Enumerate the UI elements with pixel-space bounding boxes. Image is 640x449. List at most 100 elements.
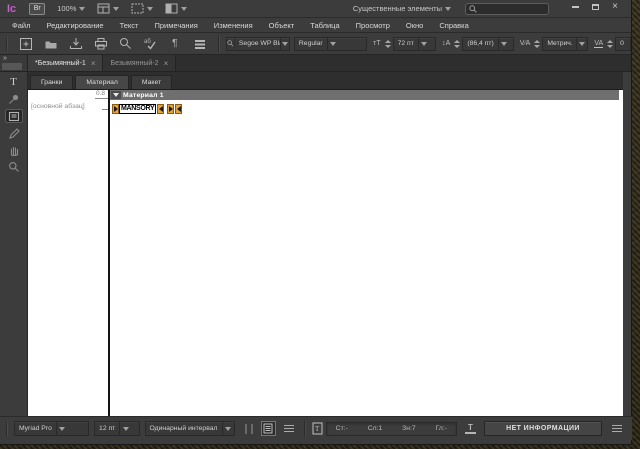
search-input[interactable] <box>479 5 543 12</box>
search-icon <box>119 38 131 49</box>
pencil-tool[interactable] <box>5 126 23 140</box>
close-icon[interactable]: × <box>164 59 169 68</box>
kerning-stepper[interactable] <box>534 39 541 48</box>
note-open-marker[interactable] <box>112 103 119 114</box>
story-text-line[interactable]: MANSORY <box>112 103 623 114</box>
note-anchor-tool[interactable] <box>5 92 23 106</box>
leading-icon: ↕А <box>442 40 451 47</box>
note-close-marker[interactable] <box>157 103 165 114</box>
doc-tab-label: Безымянный-2 <box>110 59 159 67</box>
status-bar: Myriad Pro 12 пт Одинарный интервал T Ст… <box>0 416 632 440</box>
title-bar: Ic Br 100% Существенные элементы × <box>0 0 631 18</box>
note-tool[interactable] <box>4 109 23 123</box>
menu-type[interactable]: Текст <box>112 18 147 32</box>
story-stats-button[interactable]: T <box>312 421 324 436</box>
chevron-down-icon <box>119 422 131 435</box>
incopy-logo: Ic <box>7 2 17 15</box>
statusbar-menu-button[interactable] <box>283 425 294 432</box>
font-size-stepper[interactable] <box>384 39 391 48</box>
kerning-icon: V∕A <box>519 40 531 47</box>
chevron-down-icon <box>55 422 68 435</box>
leading-select[interactable]: (86,4 пт) <box>462 36 514 51</box>
workspace-switcher[interactable]: Существенные элементы <box>353 4 451 13</box>
menu-object[interactable]: Объект <box>261 18 303 32</box>
hand-tool[interactable] <box>5 143 23 157</box>
story-pane[interactable]: Материал 1 MANSORY <box>110 90 623 420</box>
galley-page-icon <box>260 421 276 436</box>
story-collapse-button[interactable] <box>111 91 121 99</box>
tools-panel-header[interactable]: » <box>0 55 28 71</box>
menu-edit[interactable]: Редактирование <box>38 18 111 32</box>
font-size-select[interactable]: 72 пт <box>392 36 437 51</box>
open-document-button[interactable] <box>39 35 64 53</box>
story-header-bar[interactable]: Материал 1 <box>110 90 619 100</box>
collapse-panel-icon: » <box>3 55 7 62</box>
chevron-down-icon <box>221 422 234 435</box>
show-hidden-characters-button[interactable]: ¶ <box>162 35 187 53</box>
kerning-select[interactable]: Метрич. <box>542 36 589 51</box>
galley-appearance-button[interactable] <box>260 421 276 436</box>
spellcheck-icon: аб <box>144 39 156 50</box>
chevron-down-icon <box>279 37 289 50</box>
story-title: Материал 1 <box>123 91 164 99</box>
show-paragraph-marks-button[interactable] <box>244 423 253 434</box>
note-open-marker[interactable] <box>167 103 175 114</box>
chevron-down-icon <box>445 6 451 11</box>
menu-view[interactable]: Просмотр <box>348 18 398 32</box>
tracking-field[interactable]: 0 <box>615 36 631 51</box>
menu-file[interactable]: Файл <box>4 18 38 32</box>
minimize-button[interactable] <box>565 1 585 13</box>
spellcheck-button[interactable]: аб <box>138 35 163 53</box>
tab-story[interactable]: Материал <box>75 75 129 89</box>
copyfit-menu-button[interactable] <box>611 425 622 432</box>
menu-notes[interactable]: Примечания <box>146 18 205 32</box>
columns-view-button[interactable] <box>187 35 212 53</box>
status-font-size-select[interactable]: 12 пт <box>94 421 140 436</box>
zoom-tool[interactable] <box>5 160 23 174</box>
font-family-select[interactable]: Segoe WP Black <box>225 36 290 51</box>
zoom-level-dropdown[interactable]: 100% <box>57 4 86 13</box>
toolbar-separator <box>217 35 220 52</box>
depth-ruler-tick <box>102 109 108 110</box>
chevron-down-icon <box>181 6 188 11</box>
doc-tab-untitled-1[interactable]: *Безымянный-1 × <box>28 55 104 71</box>
maximize-button[interactable] <box>585 1 605 13</box>
tracking-stepper[interactable] <box>607 39 614 48</box>
note-close-marker[interactable] <box>175 103 183 114</box>
close-icon[interactable]: × <box>91 59 96 68</box>
print-button[interactable] <box>88 35 113 53</box>
paragraph-marks-icon <box>244 423 253 434</box>
tab-layout[interactable]: Макет <box>130 75 173 89</box>
menu-table[interactable]: Таблица <box>302 18 347 32</box>
close-button[interactable]: × <box>605 1 625 13</box>
view-options-dropdown[interactable] <box>97 3 120 14</box>
bridge-button[interactable]: Br <box>29 2 46 15</box>
leading-stepper[interactable] <box>454 39 461 48</box>
menu-icon <box>283 425 294 432</box>
type-tool[interactable]: T <box>5 75 23 89</box>
triangle-right-icon <box>168 105 173 112</box>
arrange-documents-dropdown[interactable] <box>165 3 188 14</box>
menu-track-changes[interactable]: Изменения <box>206 18 261 32</box>
tab-galley[interactable]: Гранки <box>30 75 74 89</box>
copyfit-info-button[interactable]: НЕТ ИНФОРМАЦИИ <box>483 421 602 436</box>
screen-mode-dropdown[interactable] <box>131 3 154 14</box>
doc-tab-untitled-2[interactable]: Безымянный-2 × <box>103 55 177 71</box>
line-spacing-select[interactable]: Одинарный интервал <box>144 421 235 436</box>
chevron-down-icon <box>79 6 86 11</box>
find-button[interactable] <box>113 35 138 53</box>
save-button[interactable] <box>63 35 88 53</box>
statusbar-separator <box>303 420 306 437</box>
font-style-select[interactable]: Regular <box>293 36 368 51</box>
search-field[interactable] <box>465 2 549 15</box>
menu-help[interactable]: Справка <box>431 18 476 32</box>
menu-window[interactable]: Окно <box>398 18 431 32</box>
arrange-documents-icon <box>165 3 178 14</box>
triangle-left-icon <box>158 105 163 112</box>
new-document-button[interactable] <box>14 35 39 53</box>
triangle-right-icon <box>113 105 118 112</box>
note-text[interactable]: MANSORY <box>119 103 157 114</box>
view-tab-bar: Гранки Материал Макет <box>28 72 623 89</box>
status-font-family-select[interactable]: Myriad Pro <box>14 421 90 436</box>
chevron-down-icon <box>497 37 510 50</box>
